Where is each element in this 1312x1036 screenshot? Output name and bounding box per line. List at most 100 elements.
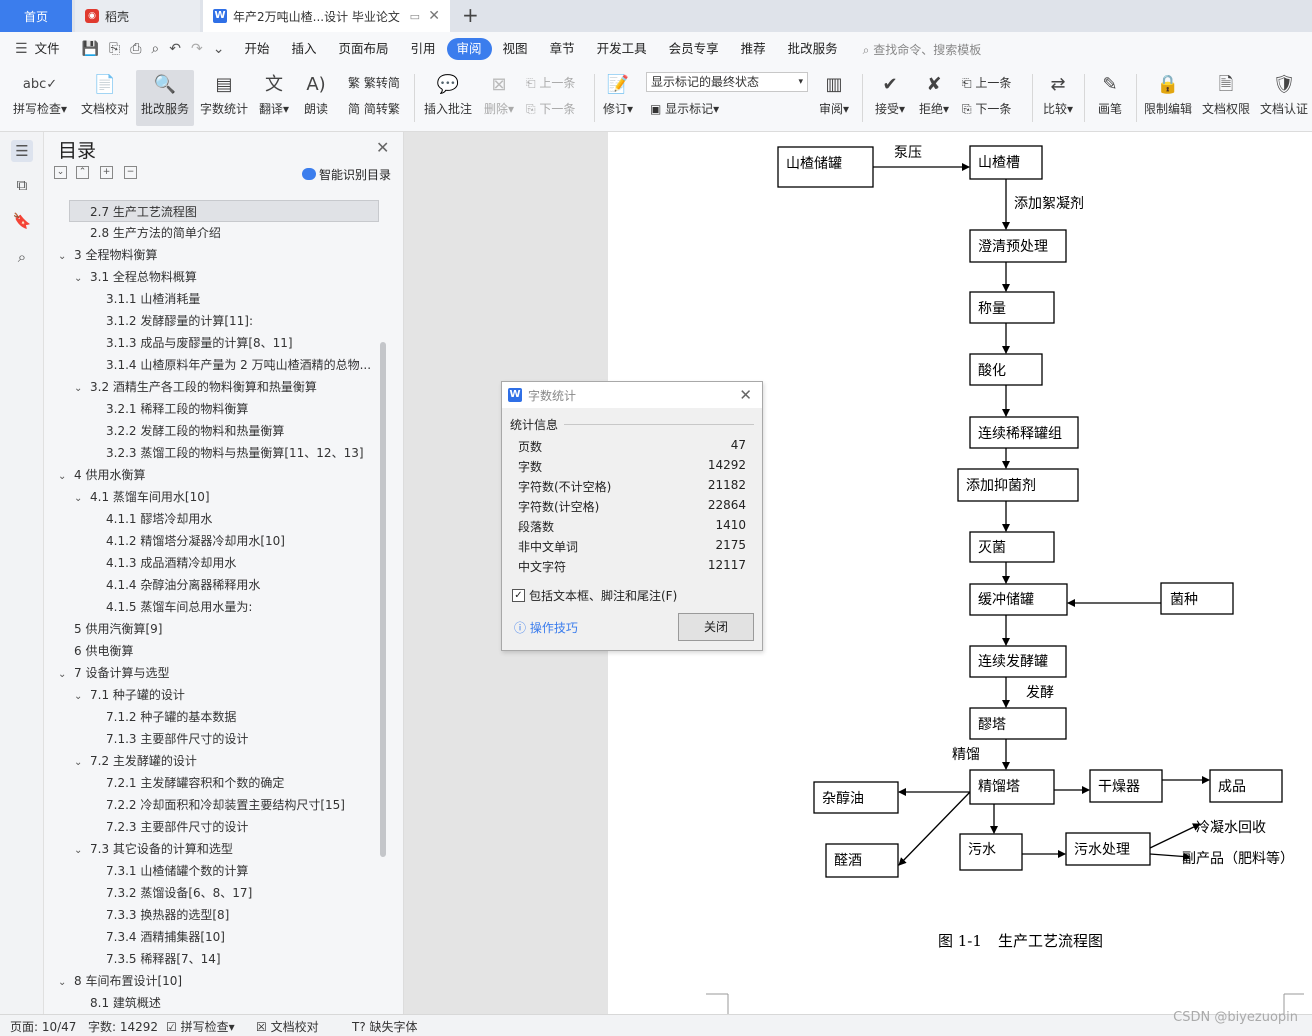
spell-check-button[interactable]: abc✓ 拼写检查▾ [8,70,72,126]
toc-item[interactable]: 5 供用汽衡算[9] [44,618,384,640]
menu-item[interactable]: 引用 [400,38,447,60]
include-textboxes-checkbox[interactable]: ✓ 包括文本框、脚注和尾注(F) [512,587,677,604]
toc-item[interactable]: ⌄ 3.1 全程总物料概算 [44,266,384,288]
simp-to-trad-button[interactable]: 简 简转繁 [348,100,400,117]
document-proofread-button[interactable]: 📄 文档校对 [76,70,134,126]
menu-item[interactable]: 开发工具 [586,38,658,60]
export-icon[interactable]: ⎘ [104,41,125,57]
toc-item[interactable]: 4.1.4 杂醇油分离器稀释用水 [44,574,384,596]
document-certify-button[interactable]: 🛡 文档认证 [1256,70,1312,126]
restrict-editing-button[interactable]: 🔒 限制编辑 [1140,70,1196,126]
redo-icon[interactable]: ↷ [186,41,208,57]
command-search[interactable]: ⌕ 查找命令、搜索模板 [863,41,982,58]
chevron-down-icon[interactable]: ⌄ [74,840,86,860]
undo-icon[interactable]: ↶ [164,41,186,57]
chevron-down-icon[interactable]: ⌄ [74,378,86,398]
reject-button[interactable]: ✘ 拒绝▾ [914,70,954,126]
page-indicator[interactable]: 页面: 10/47 [10,1018,76,1035]
collapse-all-icon[interactable]: − [124,166,137,179]
toc-item[interactable]: ⌄ 7 设备计算与选型 [44,662,384,684]
toc-item[interactable]: 3.1.4 山楂原料年产量为 2 万吨山楂酒精的总物... [44,354,384,376]
menu-item[interactable]: 审阅 [446,38,492,60]
tips-link[interactable]: ⓘ 操作技巧 [514,619,578,636]
previous-change-button[interactable]: ⎗ 上一条 [962,74,1011,91]
toc-item[interactable]: ⌄ 3.2 酒精生产各工段的物料衡算和热量衡算 [44,376,384,398]
toc-item[interactable]: 3.2.3 蒸馏工段的物料与热量衡算[11、12、13] [44,442,384,464]
menu-item[interactable]: 开始 [233,38,280,60]
missing-fonts-status[interactable]: T? 缺失字体 [352,1018,418,1035]
collapse-up-icon[interactable]: ⌃ [76,166,89,179]
close-icon[interactable]: ✕ [376,138,389,157]
smart-toc-button[interactable]: 智能识别目录 [302,166,391,183]
bookmark-icon[interactable]: 🔖 [11,210,33,232]
expand-all-icon[interactable]: + [100,166,113,179]
pin-icon[interactable]: ▭ [410,10,420,23]
read-aloud-button[interactable]: A) 朗读 [298,70,334,126]
toc-item[interactable]: ⌄ 7.3 其它设备的计算和选型 [44,838,384,860]
toc-scrollbar[interactable] [380,342,386,857]
chevron-down-icon[interactable]: ⌄ [74,686,86,706]
new-tab-button[interactable]: + [462,3,479,27]
toc-item[interactable]: 7.1.3 主要部件尺寸的设计 [44,728,384,750]
next-change-button[interactable]: ⎘ 下一条 [962,100,1011,117]
chevron-down-icon[interactable]: ⌄ [74,752,86,772]
menu-item[interactable]: 章节 [539,38,586,60]
translate-button[interactable]: 文翻译▾ [254,70,294,126]
chevron-down-icon[interactable]: ⌄ [58,466,70,486]
tab-document[interactable]: W 年产2万吨山楂...设计 毕业论文 ▭ ✕ [203,0,450,32]
toc-item[interactable]: 7.3.3 换热器的选型[8] [44,904,384,926]
menu-item[interactable]: 批改服务 [777,38,849,60]
close-icon[interactable]: ✕ [739,386,752,404]
toc-item[interactable]: ⌄ 3 全程物料衡算 [44,244,384,266]
toc-item[interactable]: 2.7 生产工艺流程图 [69,200,379,222]
tab-daoke[interactable]: ◉ 稻壳 [75,0,200,32]
chevron-down-icon[interactable]: ⌄ [74,268,86,288]
toc-item[interactable]: 6 供电衡算 [44,640,384,662]
toc-item[interactable]: 4.1.3 成品酒精冷却用水 [44,552,384,574]
markup-state-select[interactable]: 显示标记的最终状态 ▾ [646,72,808,92]
toc-item[interactable]: 3.1.2 发酵醪量的计算[11]: [44,310,384,332]
toc-item[interactable]: 2.8 生产方法的简单介绍 [44,222,384,244]
menu-item[interactable]: 会员专享 [658,38,730,60]
toc-item[interactable]: ⌄ 7.2 主发酵罐的设计 [44,750,384,772]
toc-item[interactable]: 7.2.1 主发酵罐容积和个数的确定 [44,772,384,794]
menu-item[interactable]: 推荐 [730,38,777,60]
dialog-titlebar[interactable]: W 字数统计 [502,382,762,408]
menu-file[interactable]: 文件 [33,38,71,60]
toc-item[interactable]: 7.3.5 稀释器[7、14] [44,948,384,970]
close-tab-icon[interactable]: ✕ [428,8,440,24]
trad-to-simp-button[interactable]: 繁 繁转简 [348,74,400,91]
expand-down-icon[interactable]: ⌄ [54,166,67,179]
toc-item[interactable]: 3.2.1 稀释工段的物料衡算 [44,398,384,420]
chevron-down-icon[interactable]: ⌄ [58,246,70,266]
toc-item[interactable]: 4.1.5 蒸馏车间总用水量为: [44,596,384,618]
save-icon[interactable]: 💾 [77,41,104,57]
compare-button[interactable]: ⇄ 比较▾ [1038,70,1078,126]
toc-item[interactable]: ⌄ 7.1 种子罐的设计 [44,684,384,706]
pen-button[interactable]: ✎ 画笔 [1090,70,1130,126]
delete-comment-button[interactable]: ⊠ 删除▾ [480,70,518,126]
word-count-button[interactable]: ▤ 字数统计 [196,70,252,126]
print-preview-icon[interactable]: ⌕ [146,41,164,57]
tab-home[interactable]: 首页 [0,0,72,32]
chapter-nav-icon[interactable]: ⧉ [11,174,33,196]
chevron-down-icon[interactable]: ⌄ [74,488,86,508]
print-icon[interactable]: ⎙ [125,41,146,57]
toc-item[interactable]: 7.3.4 酒精捕集器[10] [44,926,384,948]
word-count-indicator[interactable]: 字数: 14292 [88,1018,158,1035]
toc-item[interactable]: 3.1.1 山楂消耗量 [44,288,384,310]
grading-service-button[interactable]: 🔍 批改服务 [136,70,194,126]
menu-item[interactable]: 页面布局 [328,38,400,60]
chevron-down-icon[interactable]: ⌄ [58,664,70,684]
toc-item[interactable]: 7.3.2 蒸馏设备[6、8、17] [44,882,384,904]
spell-check-status[interactable]: ☑ 拼写检查▾ [166,1018,235,1035]
next-comment-button[interactable]: ⎘ 下一条 [526,100,575,117]
accept-button[interactable]: ✔ 接受▾ [870,70,910,126]
toc-item[interactable]: ⌄ 4.1 蒸馏车间用水[10] [44,486,384,508]
search-icon[interactable]: ⌕ [11,246,33,268]
toc-panel-icon[interactable]: ☰ [11,140,33,162]
toc-item[interactable]: 4.1.1 醪塔冷却用水 [44,508,384,530]
more-chevron-icon[interactable]: ⌄ [208,41,230,57]
insert-comment-button[interactable]: 💬 插入批注 [420,70,476,126]
previous-comment-button[interactable]: ⎗ 上一条 [526,74,575,91]
